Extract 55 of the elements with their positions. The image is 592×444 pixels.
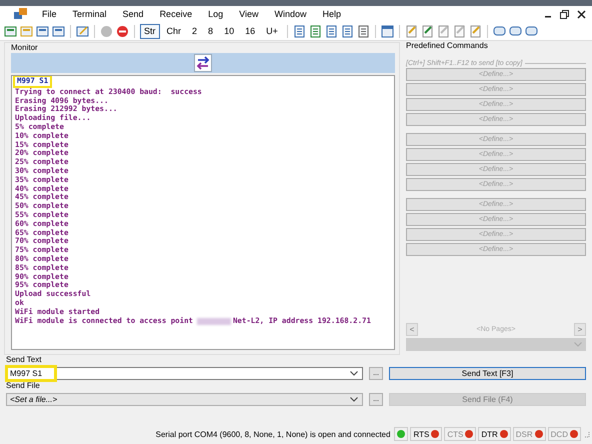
radix-button[interactable]: 10 — [220, 24, 238, 38]
signal-led — [431, 430, 440, 438]
group-title: Send File — [6, 381, 41, 391]
chevron-down-icon — [350, 396, 358, 402]
window-icon[interactable] — [380, 24, 394, 38]
pencil-icon[interactable] — [404, 24, 418, 38]
menu-item[interactable]: Send — [114, 9, 152, 19]
send-button[interactable]: Send Text [F3] — [389, 366, 586, 380]
group-title: Send Text — [6, 355, 42, 365]
signal-led — [570, 430, 578, 438]
menu-item[interactable]: View — [231, 9, 266, 19]
menu-item[interactable]: Log — [200, 9, 232, 19]
toggle-bar[interactable] — [11, 53, 395, 73]
page-icon[interactable] — [436, 24, 450, 38]
signal-label: RTS — [413, 430, 430, 438]
redacted-block — [196, 318, 231, 325]
signal-led — [500, 430, 508, 438]
document-icon[interactable] — [340, 24, 354, 38]
radix-button[interactable]: Str — [140, 24, 160, 38]
send-text-field[interactable]: M997 S1 — [6, 366, 363, 380]
radix-button[interactable]: 2 — [188, 24, 202, 38]
menu-item[interactable]: Terminal — [64, 9, 115, 19]
restore-icon[interactable] — [560, 10, 569, 18]
signal-led — [465, 430, 474, 438]
text-box-icon[interactable] — [76, 24, 89, 38]
swap-arrows-icon[interactable] — [194, 54, 212, 72]
radix-button[interactable]: 8 — [204, 24, 218, 38]
signal-label: DSR — [516, 430, 533, 438]
status-text: Serial port COM4 (9600, 8, None, 1, None) is open and connected — [156, 430, 390, 438]
menu-item[interactable]: File — [34, 9, 65, 19]
page-icon[interactable] — [452, 24, 466, 38]
resize-grip-icon — [583, 430, 590, 438]
signal-label: DTR — [481, 430, 498, 438]
menu-item[interactable]: Receive — [152, 9, 200, 19]
file-combo-box[interactable]: <Set a file...> — [6, 392, 363, 406]
group-title: Predefined Commands — [406, 41, 489, 51]
close-icon[interactable] — [577, 10, 586, 18]
chevron-down-icon — [350, 370, 358, 376]
stop-icon[interactable] — [116, 24, 129, 38]
signal-led — [534, 430, 543, 438]
document-icon[interactable] — [308, 24, 322, 38]
next-page-button[interactable]: > — [574, 323, 586, 336]
signal-label: CTS — [447, 430, 464, 438]
signal-label: DCD — [550, 430, 568, 438]
radix-button[interactable]: U+ — [262, 24, 282, 38]
menu-item[interactable]: Help — [314, 9, 349, 19]
previous-page-button[interactable]: < — [406, 323, 418, 336]
menu-item[interactable]: Window — [266, 9, 314, 19]
printer-icon[interactable] — [356, 24, 370, 38]
chevron-down-icon — [574, 342, 582, 347]
radix-button[interactable]: Chr — [162, 24, 186, 38]
app-icon[interactable] — [14, 8, 28, 20]
document-icon[interactable] — [292, 24, 306, 38]
radix-button[interactable]: 16 — [241, 24, 260, 38]
group-title: Monitor — [11, 43, 39, 53]
